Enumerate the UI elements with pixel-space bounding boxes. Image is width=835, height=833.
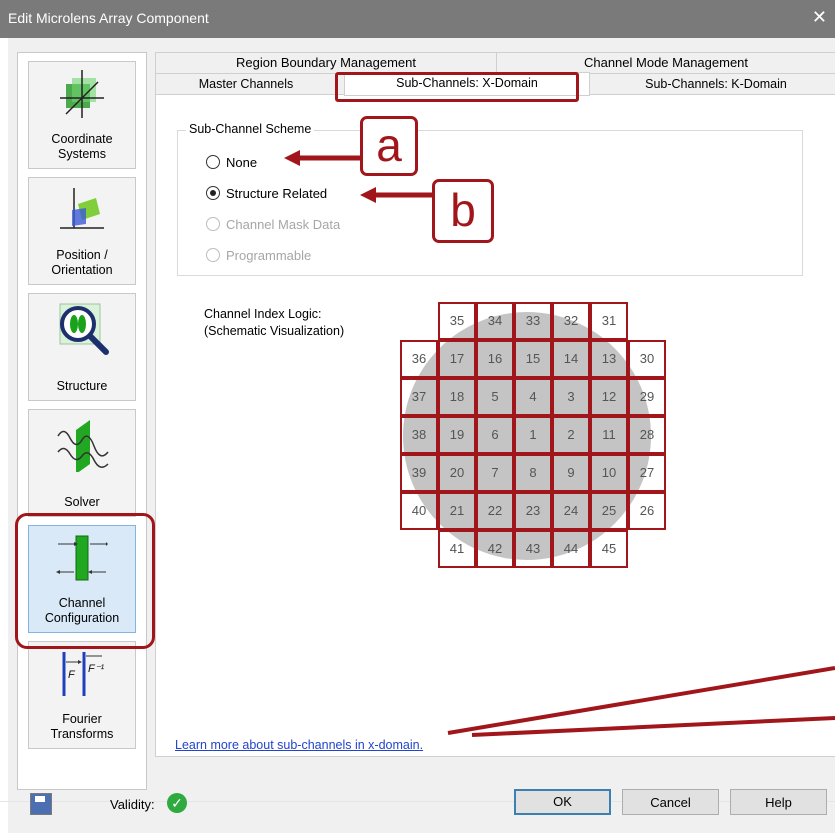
channel-cell: 43	[514, 530, 552, 568]
channel-cell: 13	[590, 340, 628, 378]
channel-cell: 44	[552, 530, 590, 568]
channel-cell: 14	[552, 340, 590, 378]
channel-cell: 25	[590, 492, 628, 530]
save-icon[interactable]	[30, 793, 52, 815]
channel-cell: 21	[438, 492, 476, 530]
channel-cell: 1	[514, 416, 552, 454]
channel-cell: 29	[628, 378, 666, 416]
channel-cell: 12	[590, 378, 628, 416]
channel-cell: 4	[514, 378, 552, 416]
channel-cell: 6	[476, 416, 514, 454]
channel-cell: 30	[628, 340, 666, 378]
help-button[interactable]: Help	[730, 789, 827, 815]
channel-cell: 15	[514, 340, 552, 378]
channel-cell: 16	[476, 340, 514, 378]
channel-cell: 17	[438, 340, 476, 378]
channel-cell: 3	[552, 378, 590, 416]
channel-cell: 39	[400, 454, 438, 492]
annotation-badge-a: a	[360, 116, 418, 176]
channel-cell: 11	[590, 416, 628, 454]
channel-cell: 34	[476, 302, 514, 340]
validity-label: Validity:	[110, 797, 155, 812]
channel-cell: 40	[400, 492, 438, 530]
channel-cell: 8	[514, 454, 552, 492]
channel-cell: 41	[438, 530, 476, 568]
channel-cell: 9	[552, 454, 590, 492]
valid-check-icon: ✓	[167, 793, 187, 813]
channel-cell: 18	[438, 378, 476, 416]
channel-cell: 20	[438, 454, 476, 492]
channel-cell: 45	[590, 530, 628, 568]
channel-cell: 2	[552, 416, 590, 454]
channel-cell: 31	[590, 302, 628, 340]
channel-cell: 28	[628, 416, 666, 454]
ok-button[interactable]: OK	[514, 789, 611, 815]
channel-cell: 24	[552, 492, 590, 530]
channel-cell: 22	[476, 492, 514, 530]
channel-cell: 5	[476, 378, 514, 416]
channel-cell: 32	[552, 302, 590, 340]
channel-cell: 35	[438, 302, 476, 340]
channel-cell: 23	[514, 492, 552, 530]
channel-cell: 26	[628, 492, 666, 530]
channel-cell: 19	[438, 416, 476, 454]
channel-cell: 10	[590, 454, 628, 492]
channel-cell: 33	[514, 302, 552, 340]
learn-more-link[interactable]: Learn more about sub-channels in x-domai…	[175, 738, 423, 752]
channel-cell: 27	[628, 454, 666, 492]
channel-cell: 7	[476, 454, 514, 492]
annotation-badge-b: b	[432, 179, 494, 243]
channel-cell: 38	[400, 416, 438, 454]
channel-cell: 36	[400, 340, 438, 378]
cancel-button[interactable]: Cancel	[622, 789, 719, 815]
channel-cell: 42	[476, 530, 514, 568]
channel-cell: 37	[400, 378, 438, 416]
channel-index-logic-label: Channel Index Logic: (Schematic Visualiz…	[204, 307, 345, 338]
